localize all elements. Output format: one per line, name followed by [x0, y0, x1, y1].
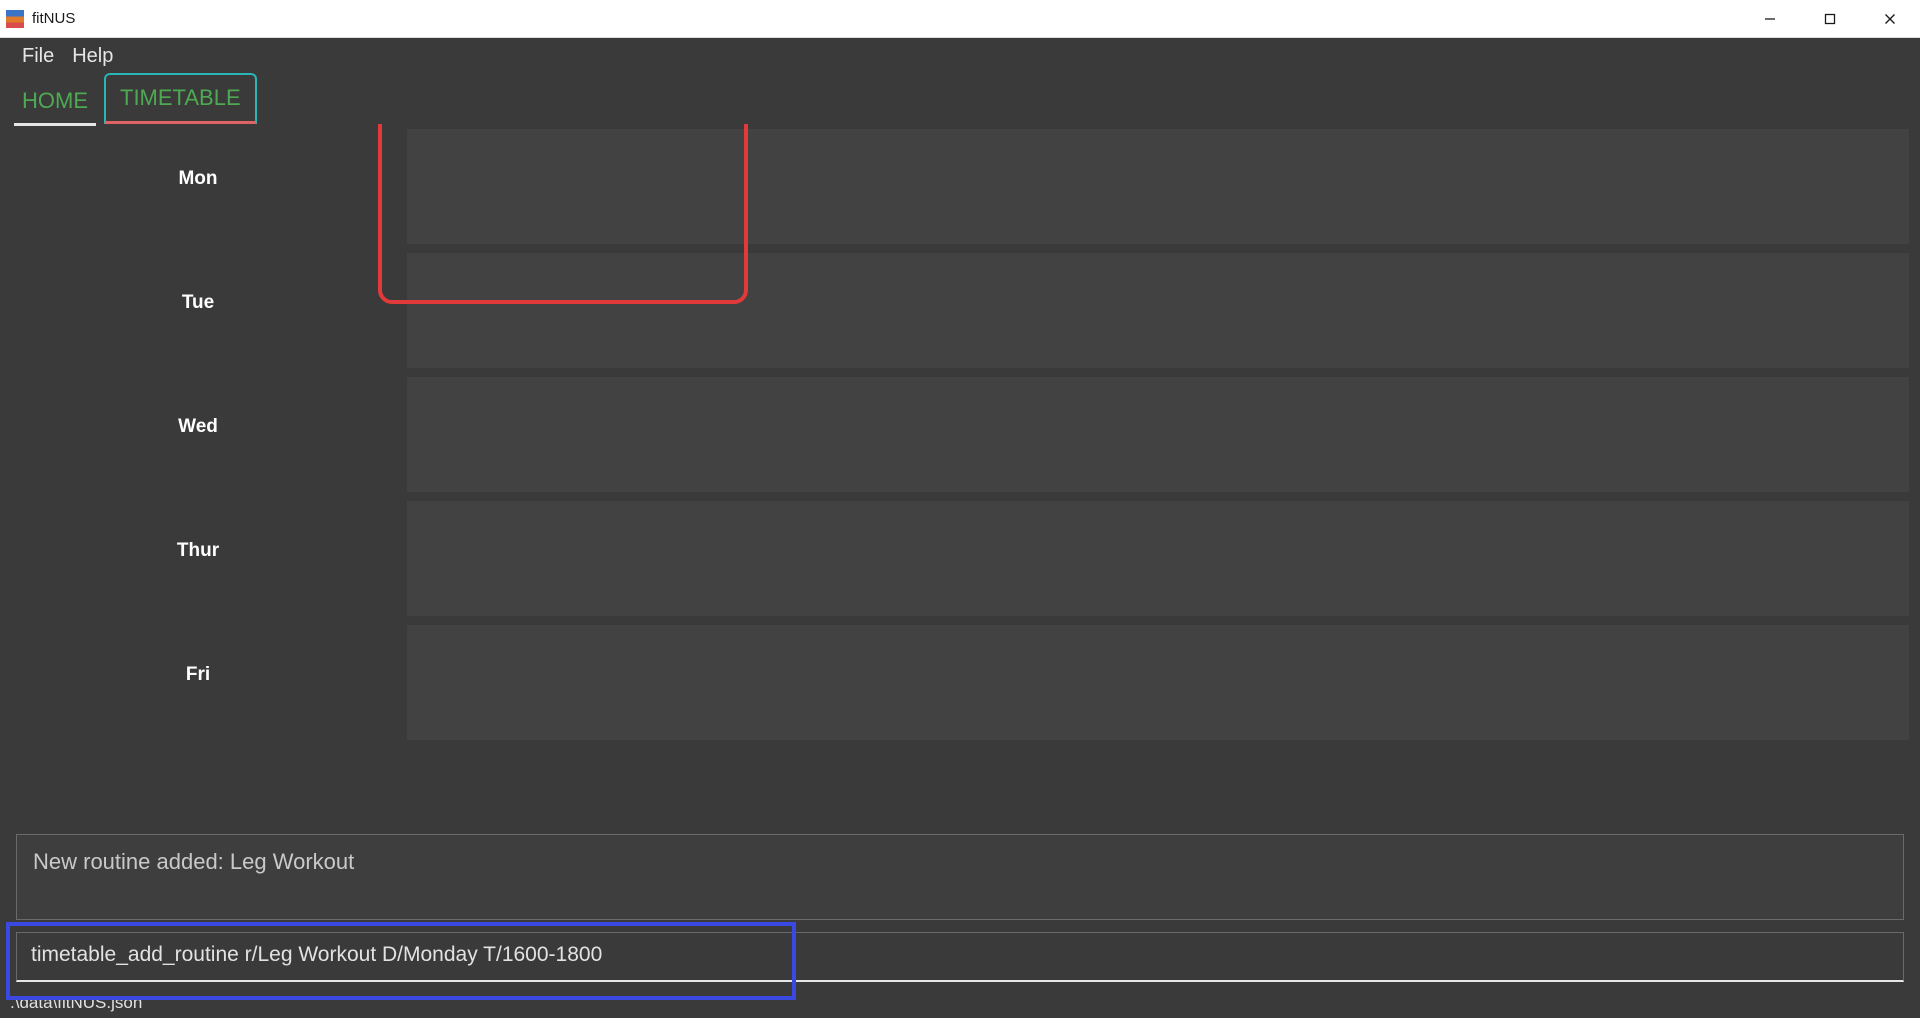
statusbar: .\data\fitNUS.json: [0, 988, 1920, 1018]
menu-file[interactable]: File: [22, 45, 54, 68]
timetable-row-tue[interactable]: [406, 252, 1910, 369]
maximize-button[interactable]: [1800, 0, 1860, 37]
timetable-row-fri[interactable]: [406, 624, 1910, 741]
command-input[interactable]: timetable_add_routine r/Leg Workout D/Mo…: [16, 932, 1904, 982]
timetable-area: Mon Tue Wed Thur Fri: [0, 124, 1920, 834]
command-input-text: timetable_add_routine r/Leg Workout D/Mo…: [31, 943, 602, 966]
day-label-thur: Thur: [0, 540, 396, 562]
tabs-row: HOME TIMETABLE: [0, 74, 1920, 124]
app-title: fitNUS: [32, 10, 75, 27]
tab-home[interactable]: HOME: [8, 78, 102, 124]
tab-home-label: HOME: [22, 88, 88, 113]
tab-timetable[interactable]: TIMETABLE: [104, 73, 257, 124]
minimize-button[interactable]: [1740, 0, 1800, 37]
timetable-row-mon[interactable]: [406, 128, 1910, 245]
message-text: New routine added: Leg Workout: [33, 849, 354, 874]
menu-help[interactable]: Help: [72, 45, 113, 68]
window-titlebar: fitNUS: [0, 0, 1920, 38]
app-icon: [6, 10, 24, 28]
day-label-tue: Tue: [0, 292, 396, 314]
statusbar-path: .\data\fitNUS.json: [10, 993, 142, 1013]
app-body: File Help HOME TIMETABLE Mon Tue Wed Thu…: [0, 38, 1920, 1018]
titlebar-left: fitNUS: [6, 10, 75, 28]
day-label-fri: Fri: [0, 664, 396, 686]
window-controls: [1740, 0, 1920, 37]
timetable-row-thur[interactable]: [406, 500, 1910, 617]
menubar: File Help: [0, 38, 1920, 74]
command-wrap: timetable_add_routine r/Leg Workout D/Mo…: [16, 932, 1904, 982]
day-label-wed: Wed: [0, 416, 396, 438]
timetable-row-wed[interactable]: [406, 376, 1910, 493]
message-output: New routine added: Leg Workout: [16, 834, 1904, 920]
day-label-mon: Mon: [0, 168, 396, 190]
close-button[interactable]: [1860, 0, 1920, 37]
tab-timetable-label: TIMETABLE: [120, 85, 241, 110]
